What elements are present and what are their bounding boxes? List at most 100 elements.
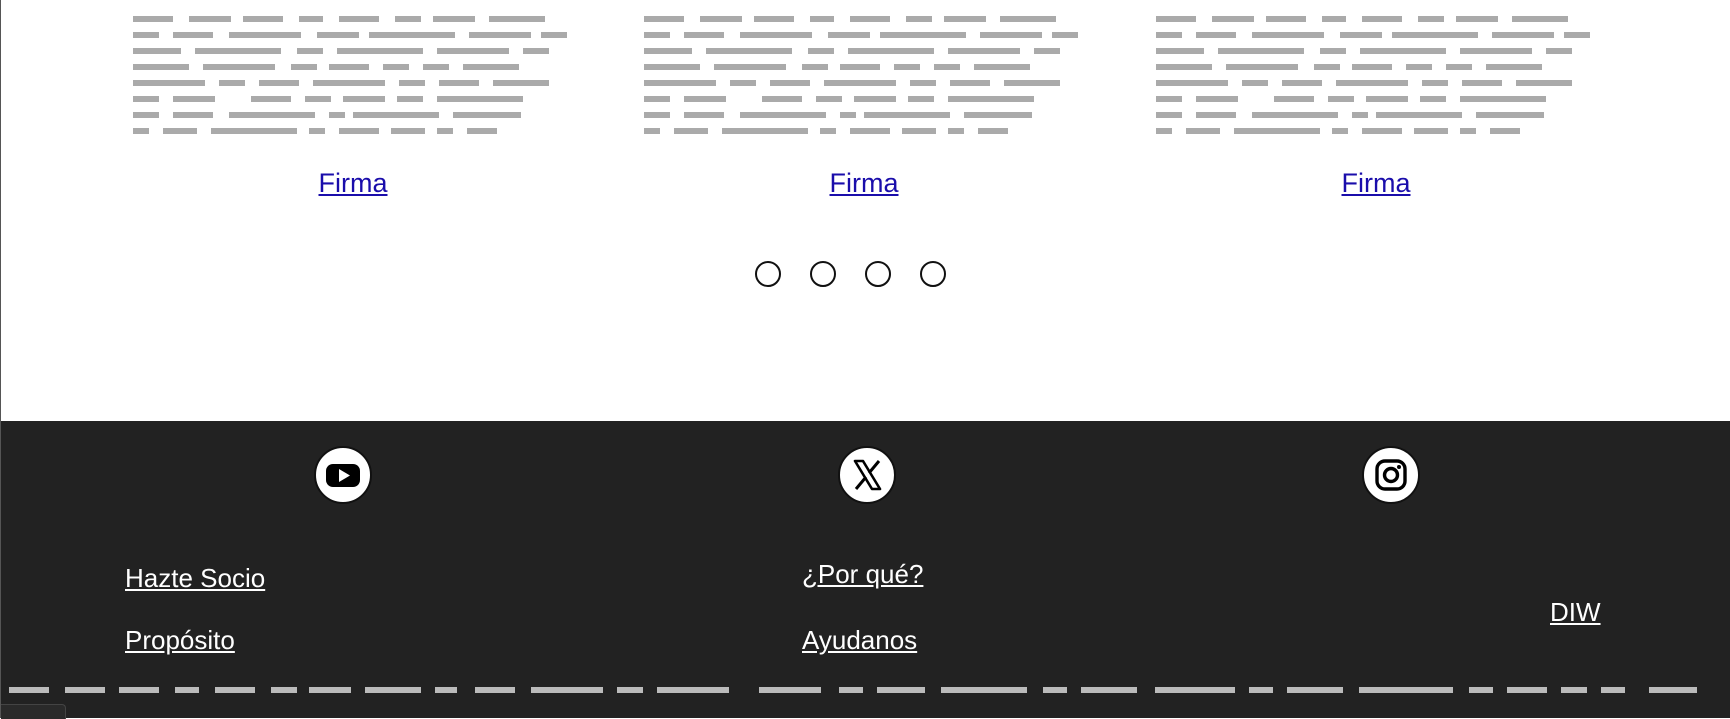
firma-link[interactable]: Firma xyxy=(1156,168,1596,199)
youtube-button[interactable] xyxy=(314,446,372,504)
placeholder-dash xyxy=(339,128,379,134)
placeholder-dash xyxy=(1226,64,1298,70)
placeholder-dash xyxy=(644,32,670,38)
placeholder-dash xyxy=(299,16,323,22)
x-icon xyxy=(853,459,882,491)
placeholder-dash xyxy=(941,687,1027,693)
placeholder-dash xyxy=(1507,687,1547,693)
placeholder-dash xyxy=(877,687,925,693)
por-que-link[interactable]: ¿Por qué? xyxy=(802,559,923,590)
placeholder-dash xyxy=(1486,64,1542,70)
placeholder-text-block xyxy=(644,16,1084,146)
placeholder-dash xyxy=(391,128,425,134)
placeholder-dash xyxy=(1155,687,1235,693)
placeholder-dash xyxy=(1328,96,1354,102)
firma-link[interactable]: Firma xyxy=(644,168,1084,199)
placeholder-dash xyxy=(644,80,716,86)
placeholder-dash xyxy=(119,687,159,693)
carousel-dot[interactable] xyxy=(920,261,946,287)
placeholder-dash xyxy=(423,64,449,70)
placeholder-line xyxy=(133,112,573,118)
placeholder-dash xyxy=(1156,80,1228,86)
placeholder-line xyxy=(1156,96,1596,102)
placeholder-dash xyxy=(1218,48,1304,54)
placeholder-dash xyxy=(1043,687,1067,693)
placeholder-dash xyxy=(219,80,245,86)
placeholder-dash xyxy=(1156,128,1172,134)
placeholder-dash xyxy=(329,112,345,118)
placeholder-dash xyxy=(65,687,105,693)
placeholder-dash xyxy=(1352,64,1392,70)
placeholder-dash xyxy=(1564,32,1590,38)
placeholder-dash xyxy=(305,96,331,102)
placeholder-dash xyxy=(369,32,455,38)
placeholder-line xyxy=(644,64,1084,70)
placeholder-dash xyxy=(1196,112,1236,118)
placeholder-dash xyxy=(1081,687,1137,693)
carousel-dot[interactable] xyxy=(810,261,836,287)
placeholder-dash xyxy=(1340,32,1382,38)
placeholder-dash xyxy=(1156,64,1212,70)
placeholder-dash xyxy=(754,16,794,22)
firma-link[interactable]: Firma xyxy=(133,168,573,199)
placeholder-dash xyxy=(317,32,359,38)
placeholder-dash xyxy=(880,32,966,38)
ayudanos-link[interactable]: Ayudanos xyxy=(802,625,917,656)
placeholder-dash xyxy=(1320,48,1346,54)
placeholder-dash xyxy=(1362,16,1402,22)
placeholder-dash xyxy=(644,112,670,118)
placeholder-dash xyxy=(644,96,670,102)
placeholder-dash-line xyxy=(9,687,1703,693)
placeholder-dash xyxy=(437,96,523,102)
placeholder-dash xyxy=(1282,80,1322,86)
placeholder-dash xyxy=(1601,687,1625,693)
placeholder-line xyxy=(1156,64,1596,70)
placeholder-dash xyxy=(1336,80,1408,86)
placeholder-dash xyxy=(740,112,826,118)
placeholder-line xyxy=(644,96,1084,102)
placeholder-dash xyxy=(1034,48,1060,54)
placeholder-dash xyxy=(1469,687,1493,693)
placeholder-dash xyxy=(808,48,834,54)
placeholder-dash xyxy=(816,96,842,102)
placeholder-dash xyxy=(840,64,880,70)
placeholder-dash xyxy=(211,128,297,134)
placeholder-line xyxy=(1156,32,1596,38)
placeholder-dash xyxy=(684,32,724,38)
placeholder-dash xyxy=(1376,112,1462,118)
proposito-link[interactable]: Propósito xyxy=(125,625,235,656)
hazte-socio-link[interactable]: Hazte Socio xyxy=(125,563,265,594)
placeholder-dash xyxy=(902,128,936,134)
placeholder-line xyxy=(1156,48,1596,54)
placeholder-dash xyxy=(894,64,920,70)
placeholder-line xyxy=(1156,112,1596,118)
carousel-dot[interactable] xyxy=(865,261,891,287)
placeholder-dash xyxy=(617,687,643,693)
placeholder-dash xyxy=(173,32,213,38)
placeholder-dash xyxy=(1212,16,1254,22)
placeholder-line xyxy=(133,32,573,38)
placeholder-dash xyxy=(531,687,603,693)
placeholder-dash xyxy=(271,687,297,693)
placeholder-dash xyxy=(908,96,934,102)
placeholder-line xyxy=(644,16,1084,22)
placeholder-dash xyxy=(133,96,159,102)
placeholder-dash xyxy=(1156,32,1182,38)
placeholder-dash xyxy=(173,112,213,118)
carousel-dot[interactable] xyxy=(755,261,781,287)
placeholder-dash xyxy=(964,112,1032,118)
placeholder-dash xyxy=(1242,80,1268,86)
placeholder-dash xyxy=(453,112,521,118)
diw-link[interactable]: DIW xyxy=(1550,597,1601,628)
placeholder-dash xyxy=(762,96,802,102)
placeholder-dash xyxy=(1460,96,1546,102)
placeholder-dash xyxy=(1414,128,1448,134)
placeholder-dash xyxy=(309,128,325,134)
instagram-button[interactable] xyxy=(1362,446,1420,504)
placeholder-dash xyxy=(1512,16,1568,22)
placeholder-dash xyxy=(399,80,425,86)
placeholder-dash xyxy=(463,64,519,70)
placeholder-dash xyxy=(740,32,812,38)
placeholder-dash xyxy=(644,64,700,70)
x-button[interactable] xyxy=(838,446,896,504)
